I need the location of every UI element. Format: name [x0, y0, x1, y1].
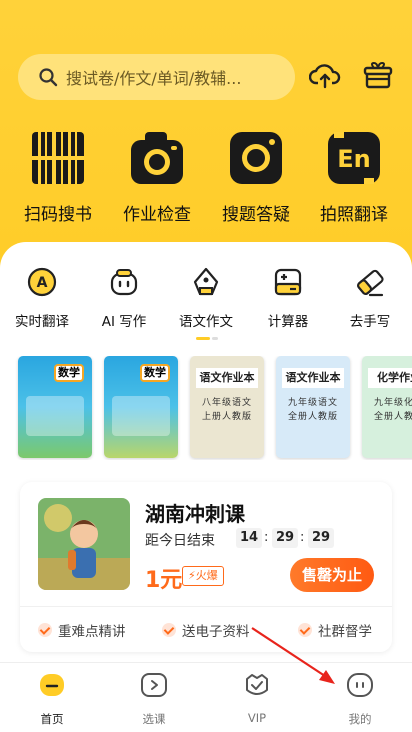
countdown-colon: :	[300, 530, 305, 545]
check-icon	[38, 623, 52, 637]
feature-scan-book[interactable]: 扫码搜书	[10, 128, 106, 225]
pen-nib-icon	[193, 267, 219, 296]
feature-label: 搜题答疑	[222, 205, 290, 225]
hot-badge-label: 火爆	[195, 569, 218, 582]
course-promo-card[interactable]: 湖南冲刺课 距今日结束 14 : 29 : 29 1元 ⚡火爆 售罄为止 重难点…	[20, 482, 392, 652]
course-thumbnail	[38, 498, 130, 590]
translate-a-icon: A	[27, 267, 57, 297]
perk-label: 送电子资料	[182, 624, 250, 640]
tool-chinese-essay[interactable]: 语文作文	[164, 266, 248, 330]
hot-badge: ⚡火爆	[182, 566, 224, 586]
book-cover[interactable]: 化学作业 九年级化学 全册人教版	[362, 356, 412, 458]
countdown-label: 距今日结束	[145, 533, 215, 549]
book-cover[interactable]: 数学	[18, 356, 92, 458]
perk-item: 社群督学	[298, 620, 372, 640]
perk-label: 社群督学	[318, 624, 372, 640]
book-badge: 数学	[140, 364, 170, 382]
svg-text:A: A	[37, 275, 48, 291]
barcode-icon	[32, 132, 84, 184]
bottom-tab-bar: 首页 选课 VIP 我的	[0, 662, 412, 732]
calculator-icon	[274, 268, 302, 296]
tool-row: A 实时翻译 AI 写作 语文作文 计算器 去手写	[0, 266, 412, 336]
tool-label: 实时翻译	[15, 314, 69, 330]
book-badge: 化学作业	[368, 368, 412, 388]
tool-label: 去手写	[349, 314, 391, 330]
profile-face-icon	[347, 673, 373, 697]
tab-label: 我的	[348, 712, 372, 726]
check-icon	[298, 623, 312, 637]
search-icon	[39, 68, 58, 87]
tab-mine[interactable]: 我的	[320, 671, 400, 727]
eraser-icon	[357, 269, 384, 297]
translate-en-icon: En	[328, 132, 380, 184]
book-badge: 数学	[54, 364, 84, 382]
tab-vip[interactable]: VIP	[217, 671, 297, 725]
check-icon	[162, 623, 176, 637]
feature-homework-check[interactable]: 作业检查	[109, 128, 205, 225]
tab-home[interactable]: 首页	[12, 671, 92, 727]
tool-remove-handwriting[interactable]: 去手写	[328, 266, 412, 330]
tab-label: 首页	[40, 712, 64, 726]
tab-label: 选课	[142, 712, 166, 726]
countdown-colon: :	[264, 530, 269, 545]
vip-shield-icon	[246, 674, 268, 695]
buy-button[interactable]: 售罄为止	[290, 558, 374, 592]
countdown-hours: 14	[236, 528, 263, 548]
play-course-icon	[141, 673, 167, 697]
robot-icon	[110, 269, 138, 296]
book-badge: 语文作业本	[282, 368, 344, 388]
home-icon	[40, 674, 64, 696]
tool-label: AI 写作	[101, 314, 147, 330]
flame-icon: ⚡	[188, 569, 196, 582]
countdown-minutes: 29	[272, 528, 299, 548]
book-caption: 八年级语文 上册人教版	[201, 398, 252, 422]
page-indicator	[196, 337, 220, 341]
perk-item: 送电子资料	[162, 620, 250, 640]
course-title: 湖南冲刺课	[145, 502, 245, 526]
book-caption: 九年级化学 全册人教版	[373, 398, 412, 422]
upload-cloud-icon[interactable]	[309, 60, 341, 92]
feature-label: 作业检查	[123, 205, 191, 225]
gift-icon[interactable]	[362, 60, 394, 92]
perk-item: 重难点精讲	[38, 620, 126, 640]
tool-label: 语文作文	[179, 314, 233, 330]
feature-search-question[interactable]: 搜题答疑	[208, 128, 304, 225]
course-price: 1元	[145, 568, 183, 593]
book-caption: 九年级语文 全册人教版	[287, 398, 338, 422]
tab-label: VIP	[247, 711, 267, 725]
book-illustration	[26, 396, 84, 436]
book-carousel: 数学 数学 语文作业本 八年级语文 上册人教版 语文作业本 九年级语文 全册人教…	[0, 356, 412, 460]
tab-courses[interactable]: 选课	[114, 671, 194, 727]
book-cover[interactable]: 语文作业本 九年级语文 全册人教版	[276, 356, 350, 458]
perk-label: 重难点精讲	[58, 624, 126, 640]
book-cover[interactable]: 语文作业本 八年级语文 上册人教版	[190, 356, 264, 458]
countdown-seconds: 29	[308, 528, 335, 548]
indicator-dot	[212, 337, 218, 340]
search-input[interactable]: 搜试卷/作文/单词/教辅...	[18, 54, 295, 100]
camera-icon	[131, 132, 183, 184]
book-cover[interactable]: 数学	[104, 356, 178, 458]
svg-text:En: En	[337, 145, 370, 173]
photo-search-icon	[230, 132, 282, 184]
search-placeholder: 搜试卷/作文/单词/教辅...	[66, 69, 242, 88]
feature-row: 扫码搜书 作业检查 搜题答疑 En 拍照翻译	[0, 128, 412, 225]
tool-ai-writing[interactable]: AI 写作	[82, 266, 166, 330]
indicator-active	[196, 337, 210, 340]
feature-label: 拍照翻译	[320, 205, 388, 225]
book-illustration	[112, 396, 170, 436]
divider	[20, 606, 392, 607]
tool-realtime-translate[interactable]: A 实时翻译	[0, 266, 84, 330]
book-badge: 语文作业本	[196, 368, 258, 388]
tool-label: 计算器	[267, 314, 309, 330]
feature-label: 扫码搜书	[24, 205, 92, 225]
tool-calculator[interactable]: 计算器	[246, 266, 330, 330]
feature-photo-translate[interactable]: En 拍照翻译	[306, 128, 402, 225]
